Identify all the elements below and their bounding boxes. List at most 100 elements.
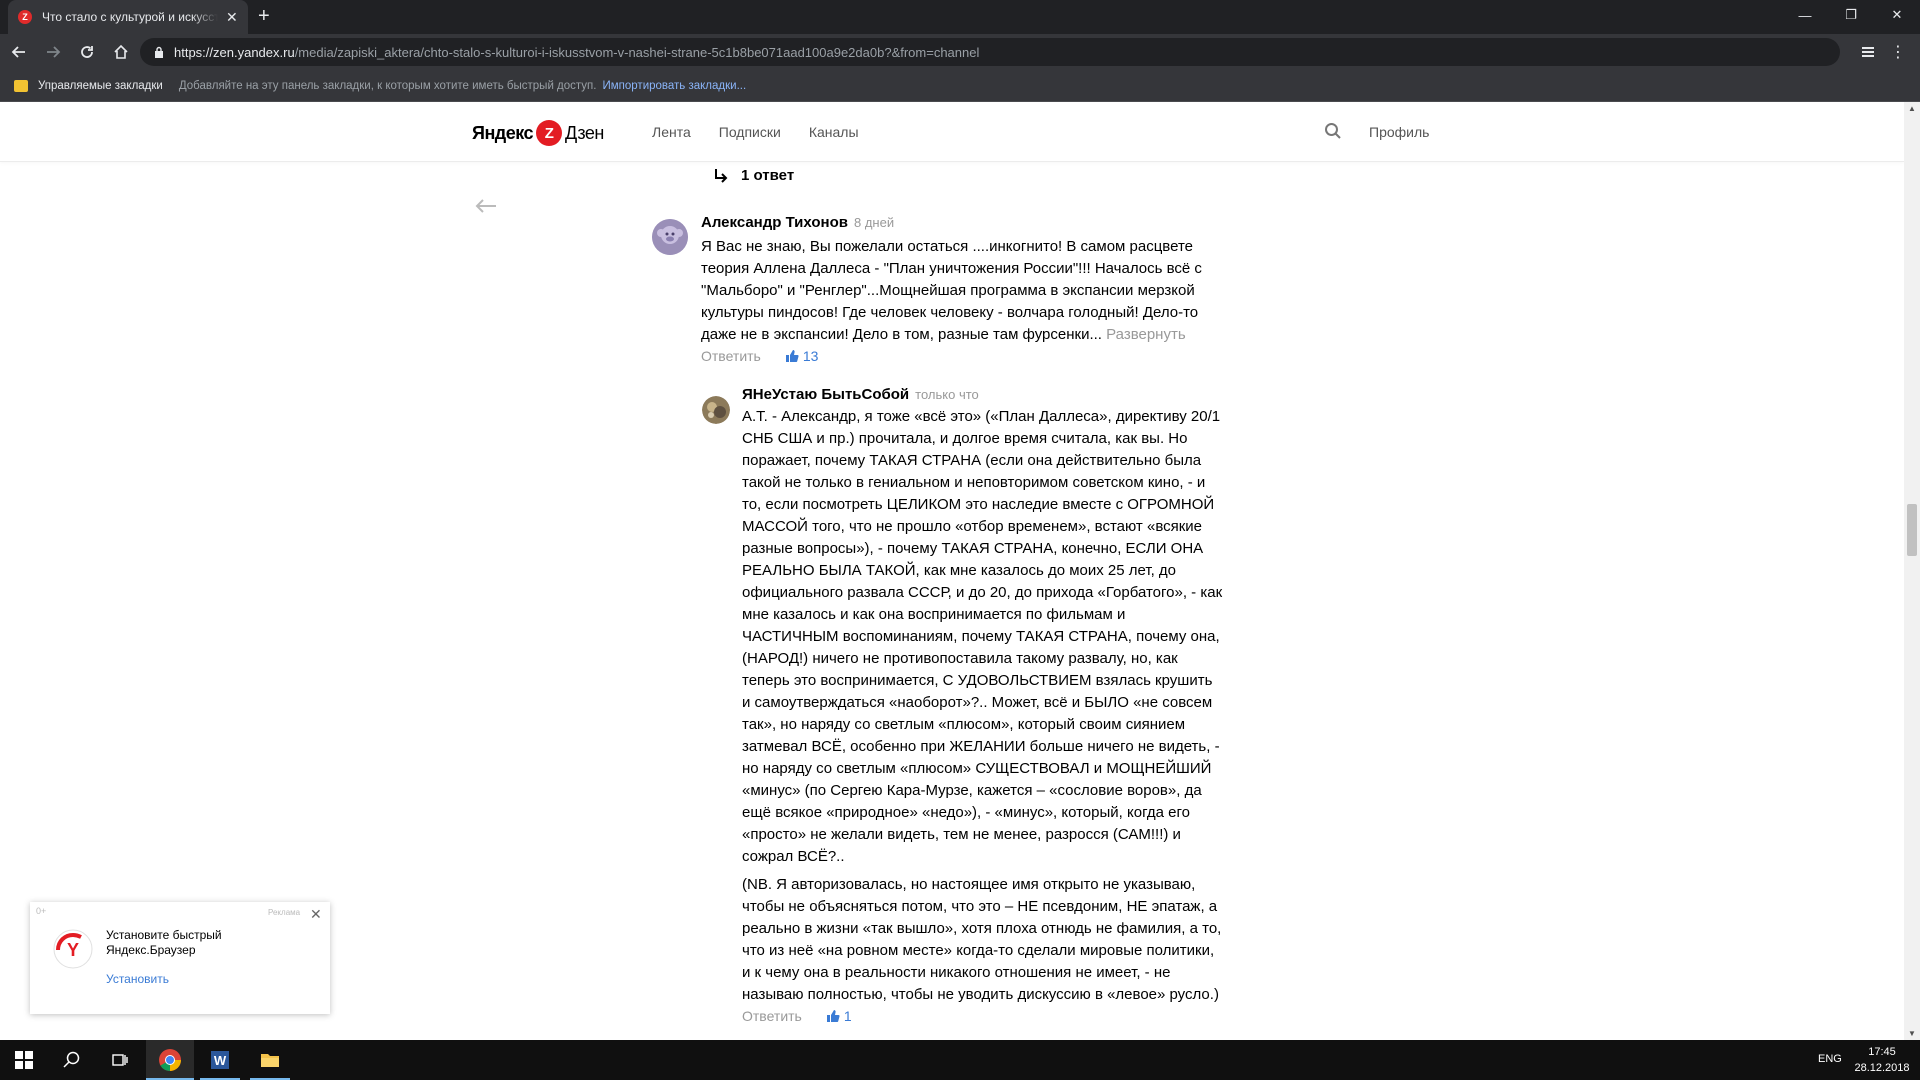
replies-count: 1 ответ: [741, 167, 795, 184]
logo-dzen-text: Дзен: [565, 122, 604, 143]
comment-time: только что: [915, 387, 979, 402]
comment-line: мне казалось и как она воспринимается по…: [742, 606, 1126, 623]
cast-extension-icon[interactable]: [1860, 44, 1876, 60]
comment-line: ещё всякое «природное» «недо»), - «минус…: [742, 804, 1190, 821]
search-taskbar-icon[interactable]: [48, 1040, 96, 1080]
forward-icon[interactable]: [38, 37, 68, 67]
comment-line: культуры пиндосов! Где человек человеку …: [701, 304, 1199, 321]
comment-text-note: (NB. Я авторизовалась, но настоящее имя …: [742, 874, 1262, 1006]
comment-line: «просто» не желали видеть, тем не менее,…: [742, 826, 1181, 843]
like-button[interactable]: 1: [826, 1008, 852, 1024]
new-tab-icon[interactable]: +: [258, 6, 270, 26]
comment-actions: Ответить 1: [742, 1008, 1262, 1024]
comment-line: официального развала СССР, и до 20, до п…: [742, 584, 1223, 601]
zen-header: Яндекс Z Дзен Лента Подписки Каналы Проф…: [0, 102, 1904, 162]
comment-author[interactable]: ЯНеУстаю БытьСобой: [742, 386, 909, 403]
minimize-icon[interactable]: —: [1782, 0, 1828, 30]
comment-line: теперь это воспринимается, С УДОВОЛЬСТВИ…: [742, 672, 1213, 689]
comment-line: поражает, почему ТАКАЯ СТРАНА (если она …: [742, 452, 1202, 469]
nav-subscriptions[interactable]: Подписки: [719, 124, 781, 140]
url-path: /media/zapiski_aktera/chto-stalo-s-kultu…: [294, 44, 980, 60]
comment-header: ЯНеУстаю БытьСобой только что: [742, 386, 1262, 406]
comment-line: так», но наряду со светлым «плюсом», кот…: [742, 716, 1186, 733]
ad-popup: 0+ Реклама ✕ Y Установите быстрый Яндекс…: [30, 902, 330, 1014]
like-count: 1: [843, 1008, 852, 1024]
comment-line: А.Т. - Александр, я тоже «всё это» («Пла…: [742, 408, 1221, 425]
word-taskbar-icon[interactable]: W: [196, 1040, 244, 1080]
tab-title: Что стало с культурой и искусством в наш…: [42, 10, 218, 24]
chrome-taskbar-icon[interactable]: [146, 1040, 194, 1080]
scroll-down-icon[interactable]: ▼: [1908, 1029, 1916, 1038]
like-button[interactable]: 13: [785, 348, 819, 364]
comment-line: "Мальборо" и "Ренглер"...Мощнейшая прогр…: [701, 282, 1195, 299]
zen-logo-icon: Z: [536, 120, 563, 146]
comment-line: то, если посмотреть ЦЕЛИКОМ это наследие…: [742, 496, 1215, 513]
restore-icon[interactable]: ❐: [1828, 0, 1874, 30]
thumbs-up-icon: [826, 1010, 840, 1022]
managed-bookmarks-folder[interactable]: Управляемые закладки: [38, 80, 163, 92]
window-controls: — ❐ ✕: [1782, 0, 1920, 30]
comment-line: (НАРОД!) ничего не противопоставила тако…: [742, 650, 1178, 667]
lock-icon: [155, 46, 163, 58]
close-window-icon[interactable]: ✕: [1874, 0, 1920, 30]
start-windows-icon[interactable]: [0, 1040, 48, 1080]
page-viewport: Яндекс Z Дзен Лента Подписки Каналы Проф…: [0, 102, 1904, 1040]
comment-line: затмевал ВСЁ, особенно при ЖЕЛАНИИ больш…: [742, 738, 1220, 755]
ad-text: Установите быстрый Яндекс.Браузер: [106, 928, 222, 957]
avatar[interactable]: [702, 396, 730, 424]
bookmarks-bar: Управляемые закладки Добавляйте на эту п…: [0, 70, 1920, 102]
url-text: https://zen.yandex.ru/media/zapiski_akte…: [174, 45, 979, 60]
comment-line: МАССОЙ того, что не прошло «отбор времен…: [742, 518, 1203, 535]
reply-button[interactable]: Ответить: [742, 1008, 802, 1024]
language-indicator[interactable]: ENG: [1818, 1053, 1842, 1065]
comment-author[interactable]: Александр Тихонов: [701, 214, 848, 231]
replies-toggle[interactable]: 1 ответ: [713, 167, 794, 184]
comment-line: что из неё «на ровном месте» когда-то сд…: [742, 942, 1215, 959]
comment-line: такой не только в гениальном и неповтори…: [742, 474, 1206, 491]
back-icon[interactable]: [4, 37, 34, 67]
nav-channels[interactable]: Каналы: [809, 124, 859, 140]
clock-time: 17:45: [1868, 1046, 1896, 1058]
reply-button[interactable]: Ответить: [701, 348, 761, 364]
browser-tab-bar: Z Что стало с культурой и искусством в н…: [0, 0, 1920, 34]
comment-line: и к чему она в реальности никакого отнош…: [742, 964, 1171, 981]
url-host: https://zen.yandex.ru: [174, 44, 295, 60]
home-icon[interactable]: [106, 37, 136, 67]
comment-line: но наряду со светлым «плюсом» СУЩЕСТВОВА…: [742, 760, 1212, 777]
thumbs-up-icon: [785, 350, 799, 362]
profile-link[interactable]: Профиль: [1369, 124, 1429, 140]
comment-line: даже не в экспансии! Дело в том, разные …: [701, 324, 1271, 346]
comment-line: СНБ США и пр.) прочитала, и долгое время…: [742, 430, 1188, 447]
chrome-menu-icon[interactable]: ⋮: [1890, 42, 1906, 62]
folder-icon: [14, 79, 28, 92]
nav-feed[interactable]: Лента: [652, 124, 691, 140]
comment-header: Александр Тихонов 8 дней: [701, 214, 1271, 236]
scroll-thumb[interactable]: [1907, 504, 1917, 556]
like-count: 13: [802, 348, 819, 364]
tab-close-icon[interactable]: ✕: [226, 9, 238, 26]
avatar[interactable]: [652, 219, 688, 255]
task-view-icon[interactable]: [96, 1040, 144, 1080]
comment-time: 8 дней: [853, 215, 895, 230]
scroll-up-icon[interactable]: ▲: [1908, 104, 1916, 113]
back-arrow-icon[interactable]: [474, 198, 498, 214]
comment-line: разные вопросы»), - почему ТАКАЯ СТРАНА,…: [742, 540, 1204, 557]
reply-arrow-icon: [715, 168, 728, 183]
logo-yandex-text: Яндекс: [472, 122, 534, 143]
address-bar[interactable]: https://zen.yandex.ru/media/zapiski_akte…: [140, 38, 1840, 66]
ad-install-link[interactable]: Установить: [106, 972, 169, 986]
import-bookmarks-link[interactable]: Импортировать закладки...: [602, 80, 746, 92]
expand-link[interactable]: Развернуть: [1106, 326, 1186, 343]
reload-icon[interactable]: [72, 37, 102, 67]
file-explorer-taskbar-icon[interactable]: [246, 1040, 294, 1080]
browser-tab[interactable]: Z Что стало с культурой и искусством в н…: [8, 0, 248, 34]
comment-line: и самоутверждаться «наоборот»?.. Может, …: [742, 694, 1213, 711]
comment-line: сожрал ВСЁ?..: [742, 848, 845, 865]
browser-toolbar: https://zen.yandex.ru/media/zapiski_akte…: [0, 34, 1920, 70]
system-clock[interactable]: 17:45 28.12.2018: [1852, 1044, 1912, 1076]
page-scrollbar[interactable]: ▲ ▼: [1904, 102, 1920, 1040]
comment-line: ЧАСТИЧНЫМ воспоминаниям, почему ТАКАЯ СТ…: [742, 628, 1220, 645]
zen-logo[interactable]: Яндекс Z Дзен: [472, 120, 604, 146]
search-icon[interactable]: [1324, 122, 1342, 140]
ad-close-icon[interactable]: ✕: [310, 906, 322, 923]
